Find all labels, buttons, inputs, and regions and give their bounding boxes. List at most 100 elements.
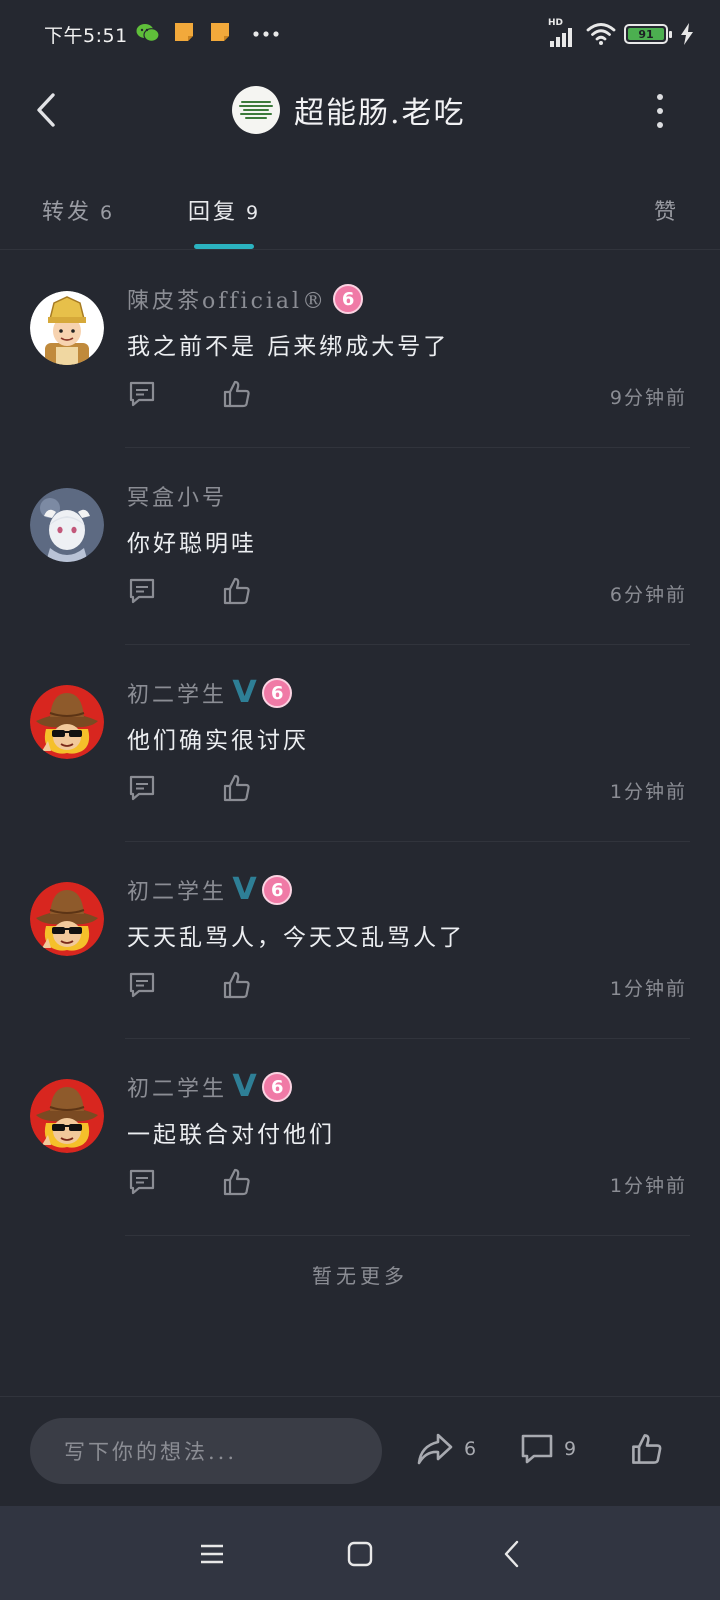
signal-icon: HD	[548, 18, 578, 47]
level-badge: 6	[333, 284, 364, 314]
comment-time: 6分钟前	[609, 584, 687, 606]
wechat-icon	[136, 24, 160, 42]
comment-text: 你好聪明哇	[127, 531, 257, 557]
page-title: 超能肠.老吃	[294, 96, 466, 131]
battery-icon: 91	[624, 24, 672, 44]
reply-icon[interactable]	[127, 1167, 157, 1197]
comment-text: 一起联合对付他们	[127, 1122, 335, 1148]
comment-input[interactable]: 写下你的想法...	[30, 1418, 382, 1484]
name-row: 初二学生 V 6	[127, 872, 293, 908]
tab-indicator	[194, 244, 254, 249]
note-icon	[175, 23, 193, 41]
avatar[interactable]	[30, 488, 104, 562]
comment-time: 1分钟前	[609, 781, 687, 803]
comment-icon	[521, 1434, 553, 1464]
comment-item: 初二学生 V 6 天天乱骂人，今天又乱骂人了 1分钟前	[0, 842, 720, 1039]
status-right: HD 91	[548, 18, 694, 50]
comment-time: 1分钟前	[609, 978, 687, 1000]
home-button[interactable]	[342, 1536, 378, 1572]
bottom-action-bar: 写下你的想法... 6 9	[0, 1396, 720, 1506]
repost-count: 6	[464, 1438, 477, 1460]
like-icon	[632, 1434, 662, 1464]
username[interactable]: 初二学生	[127, 677, 227, 709]
like-icon[interactable]	[222, 970, 252, 1000]
system-nav-bar	[0, 1506, 720, 1600]
comment-text: 他们确实很讨厌	[127, 728, 309, 754]
status-time: 下午5:51	[44, 25, 128, 47]
avatar[interactable]	[30, 685, 104, 759]
name-row: 初二学生 V 6	[127, 1069, 293, 1105]
tab-bar: 转发 6 回复 9 赞	[0, 180, 720, 250]
comment-text: 我之前不是 后来绑成大号了	[127, 334, 450, 360]
chevron-left-icon	[37, 93, 55, 127]
avatar[interactable]	[30, 291, 104, 365]
header: 超能肠.老吃	[0, 70, 720, 180]
like-icon[interactable]	[222, 379, 252, 409]
username[interactable]: 冥盒小号	[127, 480, 227, 512]
charging-icon	[681, 23, 693, 45]
comment-actions: 6分钟前	[127, 576, 687, 610]
reply-icon[interactable]	[127, 379, 157, 409]
comment-actions: 1分钟前	[127, 1167, 687, 1201]
name-row: 陳皮茶official® 6	[127, 281, 364, 317]
divider	[125, 1235, 690, 1236]
reply-icon[interactable]	[127, 576, 157, 606]
cowboy-avatar	[30, 685, 104, 759]
reply-icon[interactable]	[127, 970, 157, 1000]
emperor-avatar	[30, 291, 104, 365]
vip-badge: V	[232, 1069, 257, 1104]
repost-button[interactable]: 6	[416, 1427, 476, 1471]
username[interactable]: 陳皮茶official®	[127, 283, 327, 315]
comment-item: 冥盒小号 你好聪明哇 6分钟前	[0, 448, 720, 645]
comment-item: 初二学生 V 6 他们确实很讨厌 1分钟前	[0, 645, 720, 842]
comment-time: 9分钟前	[609, 387, 687, 409]
level-badge: 6	[262, 875, 293, 905]
title-wrap[interactable]: 超能肠.老吃	[232, 86, 466, 134]
tab-repost[interactable]: 转发 6	[42, 194, 112, 226]
tab-reply[interactable]: 回复 9	[188, 194, 258, 226]
comment-actions: 9分钟前	[127, 379, 687, 413]
like-button[interactable]	[630, 1427, 664, 1471]
menu-button[interactable]	[194, 1536, 230, 1572]
avatar[interactable]	[30, 882, 104, 956]
input-placeholder: 写下你的想法...	[64, 1440, 238, 1464]
group-avatar	[232, 86, 280, 134]
home-square-icon	[347, 1541, 373, 1567]
menu-icon	[201, 1544, 223, 1564]
tab-like[interactable]: 赞	[654, 194, 679, 226]
name-row: 初二学生 V 6	[127, 675, 293, 711]
anime-avatar	[30, 488, 104, 562]
share-icon	[417, 1433, 453, 1465]
back-arrow-icon	[504, 1540, 519, 1568]
reply-icon[interactable]	[127, 773, 157, 803]
note-icon	[211, 23, 229, 41]
vip-badge: V	[232, 872, 257, 907]
comment-item: 陳皮茶official® 6 我之前不是 后来绑成大号了 9分钟前	[0, 251, 720, 448]
name-row: 冥盒小号	[127, 478, 227, 514]
cowboy-avatar	[30, 1079, 104, 1153]
no-more-text: 暂无更多	[312, 1264, 408, 1288]
username[interactable]: 初二学生	[127, 1071, 227, 1103]
username[interactable]: 初二学生	[127, 874, 227, 906]
avatar[interactable]	[30, 1079, 104, 1153]
comment-time: 1分钟前	[609, 1175, 687, 1197]
comment-button[interactable]: 9	[520, 1427, 576, 1471]
level-badge: 6	[262, 678, 293, 708]
level-badge: 6	[262, 1072, 293, 1102]
system-back-button[interactable]	[494, 1536, 530, 1572]
comment-actions: 1分钟前	[127, 773, 687, 807]
more-button[interactable]	[650, 94, 670, 128]
like-icon[interactable]	[222, 1167, 252, 1197]
more-dots-icon	[253, 31, 279, 37]
comment-item: 初二学生 V 6 一起联合对付他们 1分钟前	[0, 1039, 720, 1236]
comment-list: 陳皮茶official® 6 我之前不是 后来绑成大号了 9分钟前 冥盒小号 你…	[0, 251, 720, 1236]
comment-text: 天天乱骂人，今天又乱骂人了	[127, 925, 465, 951]
wifi-icon	[586, 23, 616, 45]
comment-count: 9	[564, 1438, 577, 1460]
cowboy-avatar	[30, 882, 104, 956]
comment-actions: 1分钟前	[127, 970, 687, 1004]
like-icon[interactable]	[222, 773, 252, 803]
like-icon[interactable]	[222, 576, 252, 606]
vertical-dots-icon	[657, 94, 663, 100]
back-button[interactable]	[26, 90, 66, 130]
